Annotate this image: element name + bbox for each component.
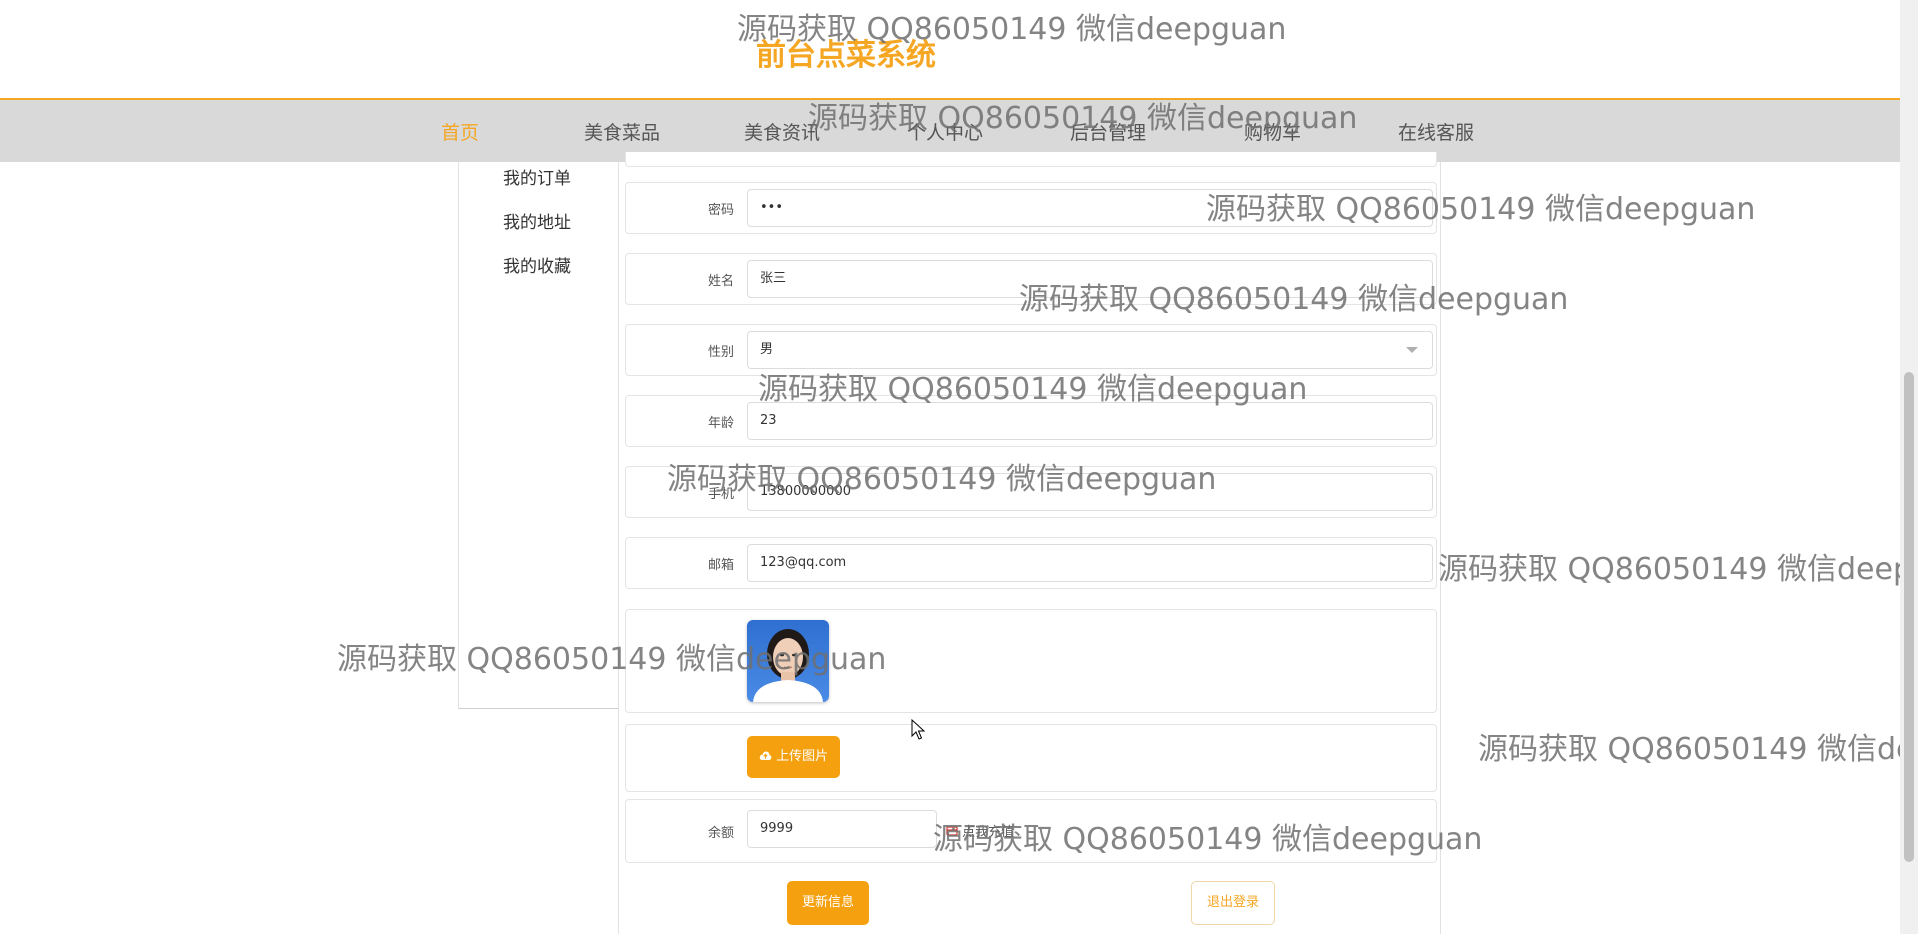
password-input[interactable]: ••• [747,189,1433,227]
email-input[interactable]: 123@qq.com [747,544,1433,582]
form-row-password: 密码 ••• [625,182,1437,234]
profile-form: 密码 ••• 姓名 张三 性别 男 年龄 23 手机 13800000000 邮… [618,152,1441,934]
upload-image-button[interactable]: 上传图片 [747,736,840,778]
logout-button[interactable]: 退出登录 [1191,881,1275,925]
form-row-phone: 手机 13800000000 [625,466,1437,518]
form-row-upload: 上传图片 [625,724,1437,792]
name-input[interactable]: 张三 [747,260,1433,298]
phone-label: 手机 [707,487,734,502]
nav-dishes[interactable]: 美食菜品 [584,118,660,145]
email-label: 邮箱 [707,558,734,573]
chevron-down-icon [1406,347,1418,353]
watermark: 源码获取 QQ86050149 微信deepguan [1478,732,1918,767]
age-label: 年龄 [707,416,734,431]
recharge-label: 点我充值 [962,825,1015,840]
gender-value: 男 [760,342,774,357]
sidebar-item-orders[interactable]: 我的订单 [503,164,571,189]
gender-label: 性别 [707,345,734,360]
age-input[interactable]: 23 [747,402,1433,440]
mouse-cursor-icon [911,718,926,746]
recharge-button[interactable]: 点我充值 [946,821,1014,840]
nav-customer-service[interactable]: 在线客服 [1398,118,1474,145]
cloud-upload-icon [759,751,772,760]
password-label: 密码 [707,203,734,218]
avatar-photo [747,620,829,702]
balance-input[interactable]: 9999 [747,810,937,848]
nav-home[interactable]: 首页 [441,118,479,145]
form-row-name: 姓名 张三 [625,253,1437,305]
avatar [747,620,829,702]
scrollbar-thumb[interactable] [1904,372,1914,862]
form-row-balance: 余额 9999 点我充值 [625,799,1437,863]
form-row-age: 年龄 23 [625,395,1437,447]
balance-label: 余额 [707,826,734,841]
form-row-partial [625,152,1437,167]
upload-image-label: 上传图片 [776,749,829,764]
site-title: 前台点菜系统 [756,38,936,73]
nav-admin[interactable]: 后台管理 [1070,118,1146,145]
form-row-email: 邮箱 123@qq.com [625,537,1437,589]
nav-news[interactable]: 美食资讯 [744,118,820,145]
phone-input[interactable]: 13800000000 [747,473,1433,511]
page-scrollbar[interactable] [1900,0,1918,934]
form-row-avatar [625,609,1437,713]
form-row-gender: 性别 男 [625,324,1437,376]
sidebar-item-address[interactable]: 我的地址 [503,208,571,233]
gender-select[interactable]: 男 [747,331,1433,369]
name-label: 姓名 [707,274,734,289]
card-icon [946,826,958,836]
watermark: 源码获取 QQ86050149 微信deepguan [1438,552,1918,587]
site-header: 前台点菜系统 [0,0,1900,100]
sidebar-item-favorites[interactable]: 我的收藏 [503,252,571,277]
sidebar: 我的订单 我的地址 我的收藏 [458,162,619,709]
nav-personal-center[interactable]: 个人中心 [907,118,983,145]
update-info-button[interactable]: 更新信息 [787,881,869,925]
nav-cart[interactable]: 购物车 [1244,118,1301,145]
